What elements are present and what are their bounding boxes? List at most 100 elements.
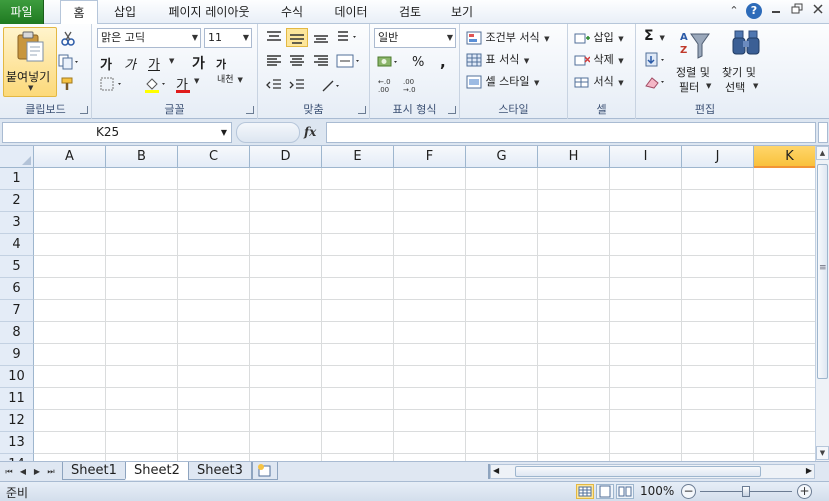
insert-sheet-button[interactable] [252, 462, 278, 480]
select-all-button[interactable] [0, 146, 34, 168]
column-header[interactable]: G [466, 146, 538, 168]
insert-cells-button[interactable]: 삽입 ▼ [574, 29, 624, 45]
comma-button[interactable]: , [440, 53, 446, 71]
copy-icon[interactable] [58, 54, 80, 73]
row-header[interactable]: 11 [0, 388, 34, 410]
font-launcher-icon[interactable] [246, 106, 254, 114]
formula-bar-splitter[interactable] [236, 122, 300, 143]
row-header[interactable]: 5 [0, 256, 34, 278]
column-header[interactable]: B [106, 146, 178, 168]
ruby-button[interactable]: 내천 ▼ [217, 76, 243, 85]
row-header[interactable]: 8 [0, 322, 34, 344]
row-header[interactable]: 6 [0, 278, 34, 300]
cut-icon[interactable] [60, 30, 76, 49]
row-header[interactable]: 9 [0, 344, 34, 366]
font-size-select[interactable]: 11 ▼ [204, 28, 252, 48]
tab-formulas[interactable]: 수식 [272, 0, 312, 24]
column-header[interactable]: K [754, 146, 815, 168]
increase-font-button[interactable]: 가 [192, 53, 205, 73]
decrease-font-button[interactable]: 가 [216, 56, 226, 72]
formula-input[interactable] [326, 122, 816, 143]
number-format-select[interactable]: 일반 ▼ [374, 28, 456, 48]
row-header[interactable]: 14 [0, 454, 34, 461]
insert-function-button[interactable]: fx [304, 122, 324, 143]
ribbon-collapse-icon[interactable]: ⌃ [726, 3, 742, 19]
align-bottom-icon[interactable] [312, 30, 330, 47]
column-header[interactable]: D [250, 146, 322, 168]
column-header[interactable]: F [394, 146, 466, 168]
row-header[interactable]: 1 [0, 168, 34, 190]
fill-icon[interactable] [644, 52, 670, 71]
row-header[interactable]: 2 [0, 190, 34, 212]
align-center-icon[interactable] [288, 54, 306, 71]
clear-icon[interactable] [644, 74, 670, 93]
scroll-down-icon[interactable]: ▼ [816, 446, 829, 460]
increase-decimal-icon[interactable]: ←.0.00 [377, 76, 397, 97]
tab-home[interactable]: 홈 [60, 0, 98, 25]
next-sheet-icon[interactable]: ▶ [31, 464, 43, 479]
worksheet-grid[interactable]: ABCDEFGHIJK1234567891011121314 [0, 146, 815, 461]
orientation-icon[interactable] [320, 78, 346, 97]
decrease-decimal-icon[interactable]: .00 →.0 [402, 76, 422, 97]
column-header[interactable]: I [610, 146, 682, 168]
italic-button[interactable]: 가 [124, 54, 136, 73]
currency-icon[interactable] [377, 54, 403, 73]
font-color-button[interactable]: 가 ▼ [176, 74, 200, 93]
page-layout-view-icon[interactable] [596, 484, 614, 499]
normal-view-icon[interactable] [576, 484, 594, 499]
expand-formula-bar-icon[interactable] [818, 122, 828, 143]
align-right-icon[interactable] [312, 54, 330, 71]
cell-styles-button[interactable]: 셀 스타일 ▼ [466, 73, 539, 89]
percent-button[interactable]: % [412, 55, 424, 70]
sheet-tab-1[interactable]: Sheet1 [62, 462, 126, 480]
align-left-icon[interactable] [265, 54, 283, 71]
conditional-format-button[interactable]: 조건부 서식 ▼ [466, 29, 550, 45]
format-painter-icon[interactable] [60, 76, 76, 95]
zoom-out-icon[interactable]: − [681, 484, 696, 499]
sheet-tab-3[interactable]: Sheet3 [188, 462, 252, 480]
font-family-select[interactable]: 맑은 고딕 ▼ [97, 28, 201, 48]
tab-review[interactable]: 검토 [390, 0, 430, 24]
row-header[interactable]: 13 [0, 432, 34, 454]
page-break-view-icon[interactable] [616, 484, 634, 499]
column-header[interactable]: C [178, 146, 250, 168]
first-sheet-icon[interactable]: ⏮ [3, 464, 15, 479]
row-header[interactable]: 10 [0, 366, 34, 388]
sort-filter-button[interactable]: A Z 정렬 및 필터 ▼ [676, 28, 720, 96]
align-top-icon[interactable] [265, 30, 283, 47]
autosum-button[interactable]: Σ ▼ [644, 28, 665, 44]
format-as-table-button[interactable]: 표 서식 ▼ [466, 51, 529, 67]
sheet-tab-2[interactable]: Sheet2 [125, 462, 189, 480]
vertical-scrollbar[interactable]: ▲ ▼ [815, 146, 829, 461]
help-icon[interactable]: ? [746, 3, 762, 19]
border-icon[interactable] [100, 76, 126, 95]
column-header[interactable]: A [34, 146, 106, 168]
column-header[interactable]: E [322, 146, 394, 168]
row-header[interactable]: 3 [0, 212, 34, 234]
underline-button[interactable]: 가 [148, 54, 160, 73]
zoom-in-icon[interactable]: + [797, 484, 812, 499]
alignment-launcher-icon[interactable] [358, 106, 366, 114]
minimize-icon[interactable] [768, 3, 784, 19]
prev-sheet-icon[interactable]: ◀ [17, 464, 29, 479]
scroll-up-icon[interactable]: ▲ [816, 146, 829, 160]
row-header[interactable]: 4 [0, 234, 34, 256]
align-middle-icon[interactable] [286, 28, 308, 47]
zoom-slider-thumb[interactable] [742, 486, 750, 497]
find-select-button[interactable]: 찾기 및 선택 ▼ [722, 28, 770, 96]
tab-data[interactable]: 데이터 [328, 0, 374, 24]
bold-button[interactable]: 가 [100, 54, 112, 73]
scroll-left-icon[interactable]: ◀ [493, 466, 499, 475]
tab-view[interactable]: 보기 [442, 0, 482, 24]
close-icon[interactable] [810, 3, 826, 19]
row-header[interactable]: 12 [0, 410, 34, 432]
tab-page-layout[interactable]: 페이지 레이아웃 [158, 0, 260, 24]
vertical-scroll-thumb[interactable] [817, 164, 828, 379]
text-orientation-icon[interactable] [336, 29, 360, 48]
last-sheet-icon[interactable]: ⏭ [45, 464, 57, 479]
restore-icon[interactable] [789, 3, 805, 19]
clipboard-launcher-icon[interactable] [80, 106, 88, 114]
scroll-right-icon[interactable]: ▶ [806, 466, 812, 475]
tab-insert[interactable]: 삽입 [105, 0, 145, 24]
horizontal-scroll-thumb[interactable] [515, 466, 761, 477]
